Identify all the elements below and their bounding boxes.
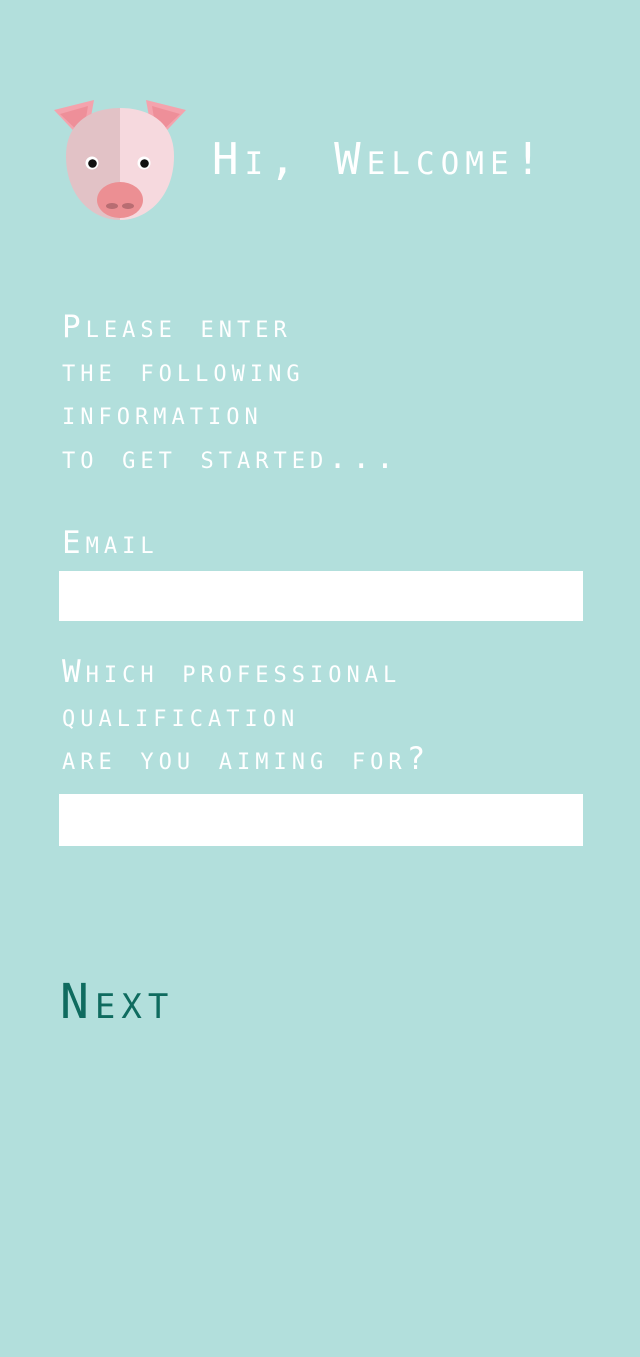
email-label: Email: [62, 522, 159, 566]
pig-icon: [54, 100, 186, 220]
intro-line: the following: [62, 352, 305, 389]
intro-line: to get started...: [62, 439, 400, 476]
page-title: Hi, Welcome!: [212, 134, 548, 185]
qualification-label-line: qualification: [62, 697, 300, 734]
intro-text: Please enter the following information t…: [62, 306, 582, 480]
intro-line: information: [62, 396, 263, 432]
welcome-screen: Hi, Welcome! Please enter the following …: [0, 0, 640, 1357]
qualification-label: Which professional qualification are you…: [62, 651, 430, 782]
qualification-field[interactable]: [59, 794, 583, 846]
header: Hi, Welcome!: [50, 96, 590, 226]
qualification-label-line: Which professional: [62, 654, 402, 690]
qualification-label-line: are you aiming for?: [62, 741, 431, 777]
intro-line: Please enter: [62, 309, 292, 345]
next-button[interactable]: Next: [60, 974, 174, 1030]
email-field[interactable]: [59, 571, 583, 621]
email-label-text: Email: [62, 525, 159, 561]
